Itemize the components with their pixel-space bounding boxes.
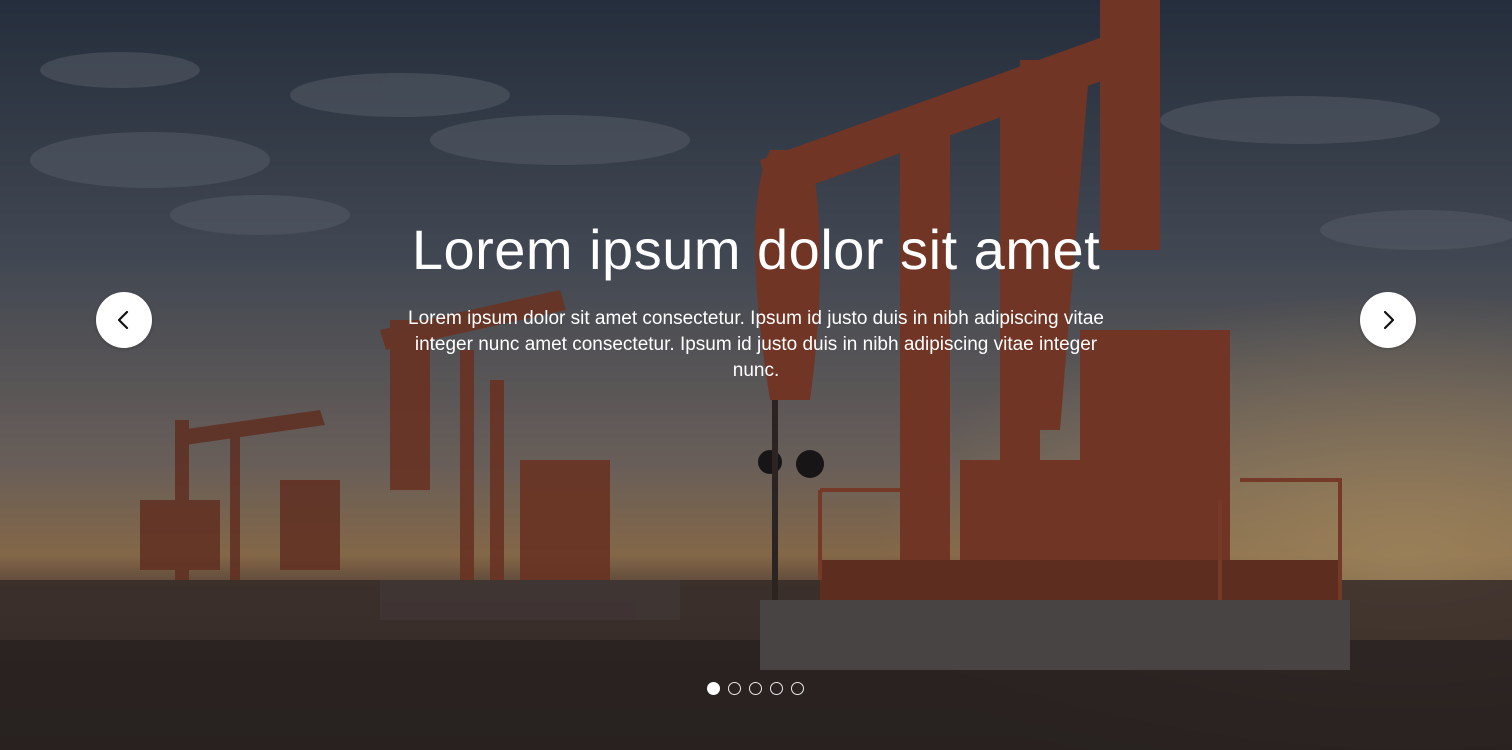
next-slide-button[interactable] <box>1360 292 1416 348</box>
previous-slide-button[interactable] <box>96 292 152 348</box>
pagination-dot-4[interactable] <box>770 682 783 695</box>
chevron-left-icon <box>117 310 129 330</box>
pagination-dot-3[interactable] <box>749 682 762 695</box>
hero-carousel: Lorem ipsum dolor sit amet Lorem ipsum d… <box>0 0 1512 750</box>
slide-description: Lorem ipsum dolor sit amet consectetur. … <box>408 308 1104 381</box>
slide-title: Lorem ipsum dolor sit amet <box>411 218 1101 281</box>
chevron-right-icon <box>1383 310 1395 330</box>
pagination-dot-2[interactable] <box>728 682 741 695</box>
pagination-dot-5[interactable] <box>791 682 804 695</box>
pagination-dot-1[interactable] <box>707 682 720 695</box>
slide-pagination <box>707 682 804 695</box>
slide-caption: Lorem ipsum dolor sit amet Lorem ipsum d… <box>376 214 1136 384</box>
